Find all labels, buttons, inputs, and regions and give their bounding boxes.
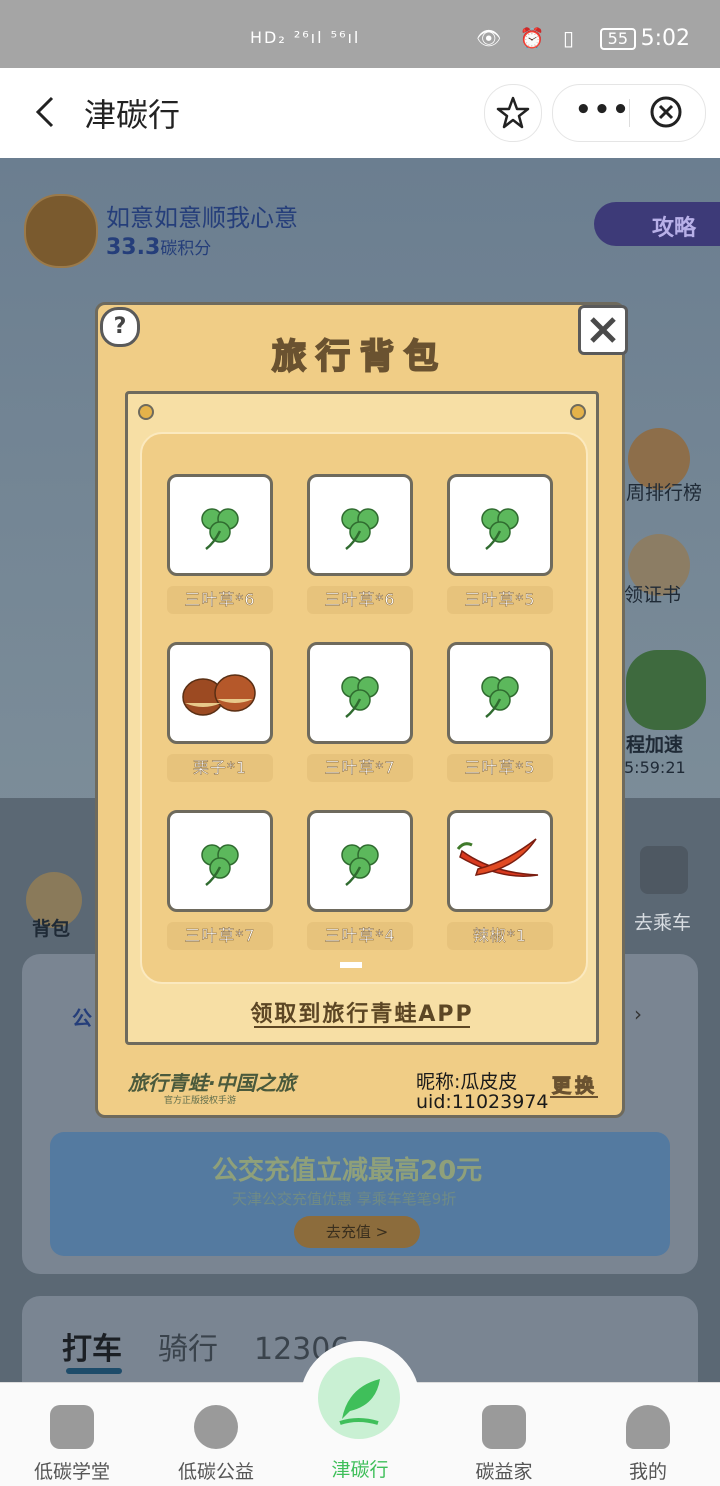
clover-icon: [310, 645, 410, 741]
back-arrow-icon[interactable]: [28, 92, 68, 132]
tab-low-carbon-school[interactable]: 低碳学堂: [2, 1383, 142, 1486]
banner-subtitle: 天津公交充值优惠 享乘车笔笔9折: [232, 1190, 457, 1208]
tab-label: 低碳公益: [177, 1461, 254, 1483]
speedup-timer: 5:59:21: [624, 758, 686, 777]
backpack-item[interactable]: [307, 642, 413, 744]
item-label: 三叶草*5: [447, 586, 553, 614]
backpack-frame: 三叶草*6 三叶草*6 三叶草*5 栗子*1 三叶草*7 三叶草*5 三叶草*7 三叶草*4 辣…: [125, 391, 599, 1045]
clover-icon: [310, 813, 410, 909]
modal-title: 旅行背包: [271, 336, 448, 378]
page-indicator: [340, 962, 362, 968]
backpack-item[interactable]: [307, 810, 413, 912]
item-label: 三叶草*4: [307, 922, 413, 950]
tab-jin-carbon-travel[interactable]: [300, 1341, 420, 1461]
backpack-item[interactable]: [447, 642, 553, 744]
star-icon: [496, 96, 530, 129]
backpack-item[interactable]: [307, 474, 413, 576]
mini-program-navbar: 津碳行 •••: [0, 68, 720, 158]
backpack-item[interactable]: [447, 810, 553, 912]
active-tab-indicator: [66, 1368, 122, 1374]
points-unit: 碳积分: [160, 239, 212, 259]
menu-capsule: •••: [552, 84, 706, 142]
page-title: 津碳行: [84, 96, 181, 134]
leaf-icon: [318, 1357, 400, 1439]
recharge-banner[interactable]: 公交充值立减最高20元 天津公交充值优惠 享乘车笔笔9折 去充值 >: [50, 1132, 670, 1256]
user-name: 如意如意顺我心意: [106, 204, 298, 232]
recharge-button[interactable]: 去充值 >: [294, 1216, 420, 1248]
clover-icon: [450, 477, 550, 573]
clover-icon: [310, 477, 410, 573]
clover-icon: [170, 813, 270, 909]
item-label: 三叶草*6: [167, 586, 273, 614]
nickname: 昵称:瓜皮皮: [416, 1071, 518, 1093]
backpack-label: 背包: [32, 918, 71, 940]
close-circle-icon[interactable]: [649, 95, 683, 129]
card-left-char: 公: [72, 1006, 92, 1030]
tab-label-active: 津碳行: [331, 1459, 389, 1481]
status-time: 5:02: [640, 26, 690, 51]
item-label: 栗子*1: [167, 754, 273, 782]
chevron-right-icon[interactable]: ›: [634, 1002, 642, 1026]
tab-label: 我的: [628, 1461, 667, 1483]
book-icon: [50, 1405, 94, 1449]
user-icon: [626, 1405, 670, 1449]
item-label: 三叶草*5: [447, 754, 553, 782]
store-icon: [482, 1405, 526, 1449]
strategy-label: 攻略: [652, 216, 697, 241]
change-button[interactable]: 更换: [551, 1071, 598, 1098]
bus-qr-icon[interactable]: [640, 846, 688, 894]
status-bar: HD₂ ²⁶ıl ⁵⁶ıl 👁 ⏰ ▯ 55 5:02: [0, 0, 720, 68]
backpack-item[interactable]: [167, 474, 273, 576]
tab-label: 低碳学堂: [33, 1461, 110, 1483]
tab-mine[interactable]: 我的: [578, 1383, 718, 1486]
bottom-tab-bar: 低碳学堂 低碳公益 津碳行 碳益家 我的: [0, 1341, 720, 1486]
points-value: 33.3: [106, 235, 161, 260]
item-label: 三叶草*7: [167, 922, 273, 950]
carbon-points: 33.3碳积分: [106, 234, 211, 260]
capsule-divider: [629, 99, 630, 127]
backpack-item[interactable]: [167, 810, 273, 912]
item-label: 三叶草*6: [307, 586, 413, 614]
item-label: 三叶草*7: [307, 754, 413, 782]
tab-taxi[interactable]: 打车: [62, 1332, 122, 1367]
speedup-label: 程加速: [626, 734, 684, 756]
frog-speedup-icon[interactable]: [626, 650, 706, 730]
tab-cycling[interactable]: 骑行: [158, 1332, 218, 1367]
status-icons: 👁 ⏰ ▯: [475, 26, 580, 50]
backpack-modal: ? 旅行背包 三叶草*6 三叶草*6 三叶草*5 栗子*1 三叶草*7 三叶草*5 三叶草*…: [95, 302, 628, 1118]
favorite-button[interactable]: [484, 84, 542, 142]
backpack-item[interactable]: [447, 474, 553, 576]
certificate-label: 领证书: [624, 584, 682, 606]
change-underline: [550, 1096, 598, 1098]
brand-subtitle: 官方正版授权手游: [164, 1096, 237, 1106]
network-icons: HD₂ ²⁶ıl ⁵⁶ıl: [250, 28, 361, 47]
banner-title: 公交充值立减最高20元: [212, 1156, 483, 1186]
tab-low-carbon-charity[interactable]: 低碳公益: [146, 1383, 286, 1486]
item-label: 辣椒*1: [447, 922, 553, 950]
chili-icon: [450, 813, 550, 909]
brand-logo: 旅行青蛙·中国之旅: [128, 1071, 296, 1095]
weekly-rank-label: 周排行榜: [626, 482, 703, 504]
clover-icon: [170, 477, 270, 573]
go-ride-label: 去乘车: [634, 912, 692, 934]
tab-carbon-home[interactable]: 碳益家: [434, 1383, 574, 1486]
link-underline: [254, 1026, 470, 1028]
get-to-app-link[interactable]: 领取到旅行青蛙APP: [128, 996, 596, 1028]
heart-hand-icon: [194, 1405, 238, 1449]
avatar[interactable]: [24, 194, 98, 268]
clover-icon: [450, 645, 550, 741]
uid: uid:11023974: [416, 1091, 549, 1113]
rivet-right: [570, 404, 586, 420]
chestnut-icon: [170, 645, 270, 741]
tab-label: 碳益家: [475, 1461, 533, 1483]
battery-icon: 55: [599, 28, 636, 50]
backpack-item[interactable]: [167, 642, 273, 744]
item-grid: 三叶草*6 三叶草*6 三叶草*5 栗子*1 三叶草*7 三叶草*5 三叶草*7 三叶草*4 辣…: [140, 432, 588, 984]
rivet-left: [138, 404, 154, 420]
more-icon[interactable]: •••: [575, 95, 631, 125]
strategy-button[interactable]: 攻略: [594, 202, 720, 246]
